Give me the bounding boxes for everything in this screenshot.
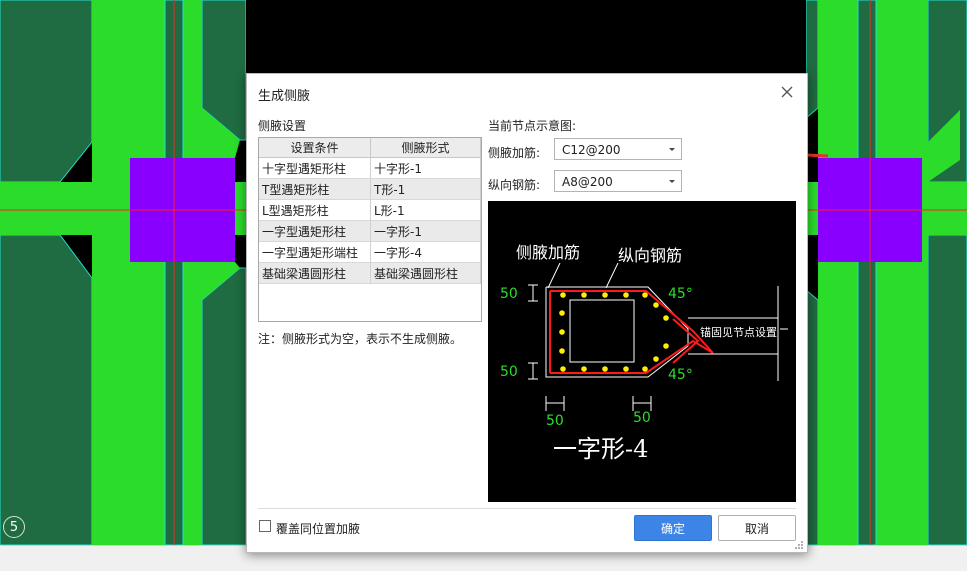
- note-text: 注：侧腋形式为空，表示不生成侧腋。: [258, 332, 463, 346]
- haunch-settings-heading: 侧腋设置: [258, 119, 307, 133]
- divider: [258, 508, 796, 509]
- anchor-note: 锚固见节点设置: [700, 325, 777, 339]
- cell-form[interactable]: 基础梁遇圆形柱: [370, 262, 481, 284]
- dim-bottom-right: 50: [633, 410, 651, 426]
- dim-left-top: 50: [500, 286, 518, 302]
- table-row[interactable]: 十字型遇矩形柱 十字形-1: [259, 157, 481, 179]
- cell-form[interactable]: L形-1: [370, 199, 481, 221]
- long-rebar-label: 纵向钢筋:: [488, 178, 541, 192]
- cell-condition[interactable]: 基础梁遇圆形柱: [259, 262, 371, 284]
- haunch-rebar-select[interactable]: C12@200: [554, 138, 682, 160]
- haunch-rebar-label: 侧腋加筋:: [488, 146, 541, 160]
- angle-top: 45°: [668, 286, 693, 302]
- angle-bottom: 45°: [668, 367, 693, 383]
- cancel-button[interactable]: 取消: [718, 515, 796, 541]
- preview-heading: 当前节点示意图:: [488, 119, 577, 133]
- cell-form[interactable]: 一字形-4: [370, 241, 481, 263]
- cell-form[interactable]: T形-1: [370, 178, 481, 200]
- column-header-form[interactable]: 侧腋形式: [370, 138, 481, 158]
- long-rebar-select[interactable]: A8@200: [554, 170, 682, 192]
- cell-condition[interactable]: 一字型遇矩形端柱: [259, 241, 371, 263]
- table-row[interactable]: T型遇矩形柱 T形-1: [259, 178, 481, 200]
- dim-left-bottom: 50: [500, 364, 518, 380]
- table-row[interactable]: 基础梁遇圆形柱 基础梁遇圆形柱: [259, 262, 481, 284]
- haunch-settings-table: 设置条件 侧腋形式 十字型遇矩形柱 十字形-1 T型遇矩形柱 T形-1 L型遇矩…: [258, 137, 482, 322]
- column-header-condition[interactable]: 设置条件: [259, 138, 371, 158]
- ok-button[interactable]: 确定: [634, 515, 712, 541]
- chevron-down-icon[interactable]: [669, 180, 675, 183]
- preview-type-name: 一字形-4: [553, 435, 648, 463]
- cell-condition[interactable]: 十字型遇矩形柱: [259, 157, 371, 179]
- table-row[interactable]: 一字型遇矩形端柱 一字形-4: [259, 241, 481, 263]
- long-rebar-value: A8@200: [562, 175, 613, 189]
- cell-condition[interactable]: T型遇矩形柱: [259, 178, 371, 200]
- dialog-title: 生成侧腋: [258, 89, 311, 104]
- preview-label-haunch: 侧腋加筋: [516, 243, 580, 262]
- cad-left-structure: [0, 0, 247, 545]
- table-row[interactable]: 一字型遇矩形柱 一字形-1: [259, 220, 481, 242]
- table-row[interactable]: L型遇矩形柱 L形-1: [259, 199, 481, 221]
- cell-form[interactable]: 十字形-1: [370, 157, 481, 179]
- cell-condition[interactable]: L型遇矩形柱: [259, 199, 371, 221]
- cell-condition[interactable]: 一字型遇矩形柱: [259, 220, 371, 242]
- cell-form[interactable]: 一字形-1: [370, 220, 481, 242]
- close-icon[interactable]: [779, 84, 795, 100]
- cad-right-structure: [805, 0, 967, 545]
- chevron-down-icon[interactable]: [669, 148, 675, 151]
- haunch-rebar-value: C12@200: [562, 143, 621, 157]
- cad-marker: 5: [3, 516, 25, 538]
- preview-label-long: 纵向钢筋: [618, 246, 682, 265]
- dim-bottom-left: 50: [546, 413, 564, 429]
- generate-haunch-dialog: 生成侧腋 侧腋设置 当前节点示意图: 设置条件 侧腋形式 十字型遇矩形柱 十字形…: [246, 73, 808, 553]
- resize-grip-icon[interactable]: [795, 541, 803, 549]
- overwrite-checkbox[interactable]: [259, 520, 271, 532]
- overwrite-checkbox-label[interactable]: 覆盖同位置加腋: [276, 520, 360, 537]
- node-preview-diagram: 侧腋加筋 纵向钢筋 50 50 45° 45° 50 50 锚固见节点设置 一字…: [488, 201, 796, 502]
